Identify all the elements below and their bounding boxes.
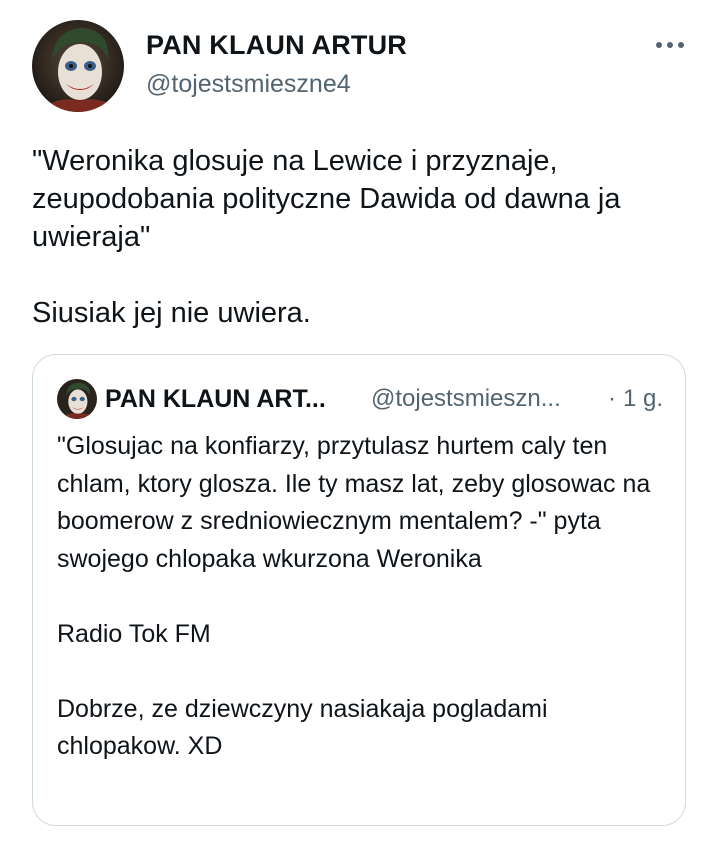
author-handle[interactable]: @tojestsmieszne4: [146, 70, 351, 99]
tweet-text: "Weronika glosuje na Lewice i przyznaje,…: [32, 142, 692, 332]
quoted-author-handle[interactable]: @tojestsmieszn...: [371, 385, 561, 413]
quoted-timestamp[interactable]: 1 g.: [623, 385, 663, 413]
separator-dot: ·: [608, 385, 616, 412]
tweet-paragraph: "Weronika glosuje na Lewice i przyznaje,…: [32, 145, 621, 253]
tweet: PAN KLAUN ARTUR @tojestsmieszne4 "Weroni…: [0, 0, 720, 842]
more-horizontal-icon: [656, 42, 684, 48]
quoted-tweet-card[interactable]: PAN KLAUN ART... @tojestsmieszn... · 1 g…: [32, 354, 686, 826]
quoted-tweet-text: "Glosujac na konfiarzy, przytulasz hurte…: [57, 428, 677, 766]
quoted-author-avatar[interactable]: [57, 379, 97, 419]
tweet-paragraph: Siusiak jej nie uwiera.: [32, 297, 311, 329]
quoted-paragraph: "Glosujac na konfiarzy, przytulasz hurte…: [57, 432, 651, 573]
joker-avatar-icon: [57, 379, 97, 419]
more-options-button[interactable]: [650, 30, 690, 60]
author-display-name[interactable]: PAN KLAUN ARTUR: [146, 30, 407, 61]
quoted-author-display-name[interactable]: PAN KLAUN ART...: [105, 385, 326, 414]
author-avatar[interactable]: [32, 20, 124, 112]
quoted-paragraph: Radio Tok FM: [57, 619, 211, 648]
quoted-paragraph: Dobrze, ze dziewczyny nasiakaja pogladam…: [57, 694, 548, 761]
joker-avatar-icon: [32, 20, 124, 112]
